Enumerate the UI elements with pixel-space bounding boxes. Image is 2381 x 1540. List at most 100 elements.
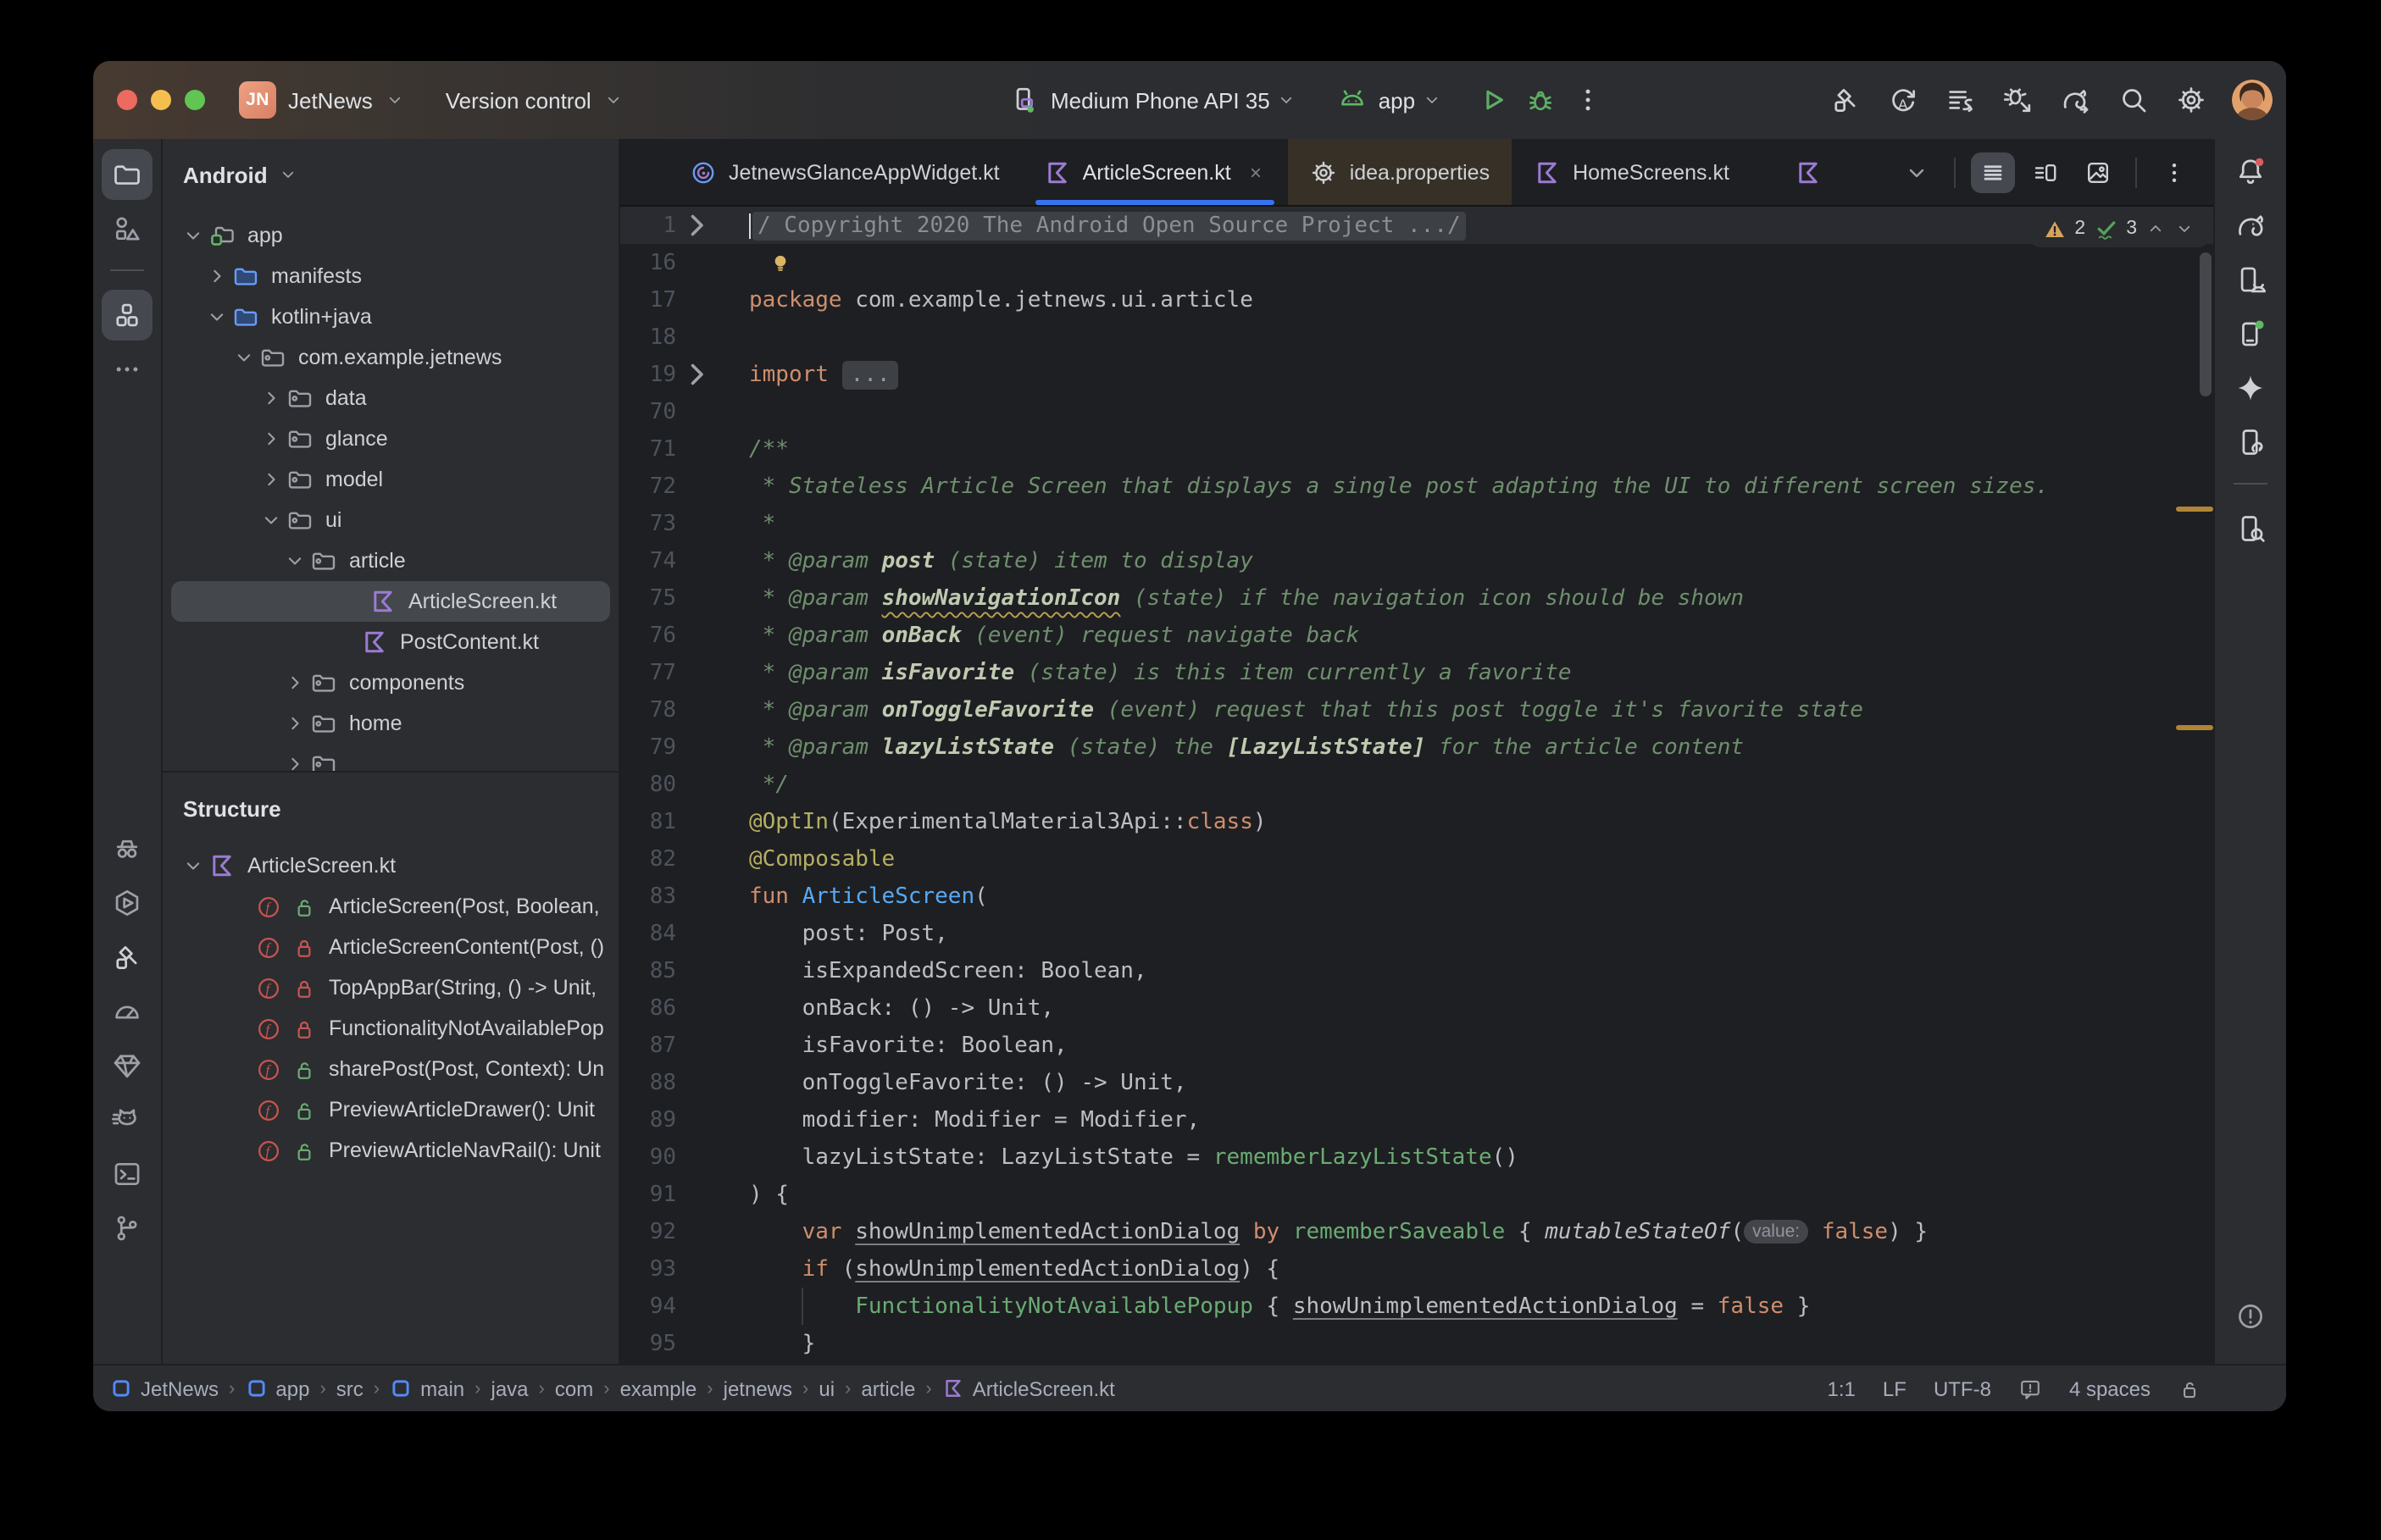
tool-window-project[interactable] xyxy=(102,149,153,200)
structure-item[interactable]: fArticleScreenContent(Post, () xyxy=(163,927,619,967)
structure-item[interactable]: fPreviewArticleNavRail(): Unit xyxy=(163,1130,619,1171)
tool-window-device-mirroring[interactable] xyxy=(2225,417,2276,468)
run-button[interactable] xyxy=(1469,76,1517,124)
sync-project-button[interactable]: A xyxy=(1879,76,1927,124)
tab-overflow[interactable] xyxy=(1751,139,1833,205)
run-tasks-button[interactable] xyxy=(1937,76,1984,124)
breadcrumb-item-article[interactable]: article xyxy=(861,1377,915,1400)
status-write-access[interactable] xyxy=(2178,1377,2201,1400)
breadcrumb-item-src[interactable]: src xyxy=(336,1377,364,1400)
vcs-menu[interactable]: Version control xyxy=(446,87,591,113)
inspections-widget[interactable]: 23 xyxy=(2029,210,2210,247)
project-tree-item-glance[interactable]: glance xyxy=(163,418,619,459)
tab-jetnewsglanceappwidget-kt[interactable]: JetnewsGlanceAppWidget.kt xyxy=(668,139,1022,205)
breadcrumb-item-java[interactable]: java xyxy=(491,1377,529,1400)
project-tree-item-articlescreen-kt[interactable]: ArticleScreen.kt xyxy=(171,581,610,622)
window-zoom-button[interactable] xyxy=(185,90,205,110)
project-tree-item-model[interactable]: model xyxy=(163,459,619,500)
code-line-85[interactable]: 85 isExpandedScreen: Boolean, xyxy=(620,952,2213,989)
code-line-18[interactable]: 18 xyxy=(620,319,2213,356)
code-line-84[interactable]: 84 post: Post, xyxy=(620,915,2213,952)
code-line-73[interactable]: 73 * xyxy=(620,505,2213,542)
gradle-sync-button[interactable] xyxy=(2052,76,2100,124)
tool-window-gradle[interactable] xyxy=(2225,200,2276,251)
code-line-71[interactable]: 71/** xyxy=(620,430,2213,468)
project-tree-item-ui[interactable]: ui xyxy=(163,500,619,540)
code-line-83[interactable]: 83fun ArticleScreen( xyxy=(620,878,2213,915)
project-tree-item-data[interactable]: data xyxy=(163,378,619,418)
tab-close-icon[interactable] xyxy=(1246,162,1267,182)
code-line-95[interactable]: 95 } xyxy=(620,1325,2213,1362)
code-line-87[interactable]: 87 isFavorite: Boolean, xyxy=(620,1027,2213,1064)
structure-item[interactable]: fsharePost(Post, Context): Un xyxy=(163,1049,619,1089)
project-tree-item-com-example-jetnews[interactable]: com.example.jetnews xyxy=(163,337,619,378)
code-line-77[interactable]: 77 * @param isFavorite (state) is this i… xyxy=(620,654,2213,691)
code-line-1[interactable]: 1/ Copyright 2020 The Android Open Sourc… xyxy=(620,207,2213,244)
code-line-89[interactable]: 89 modifier: Modifier = Modifier, xyxy=(620,1101,2213,1138)
code-line-86[interactable]: 86 onBack: () -> Unit, xyxy=(620,989,2213,1027)
breadcrumb-item-ui[interactable]: ui xyxy=(819,1377,835,1400)
view-split-button[interactable] xyxy=(2023,152,2067,192)
breadcrumb-item-articlescreen-kt[interactable]: ArticleScreen.kt xyxy=(942,1377,1115,1400)
chevup-icon[interactable] xyxy=(2145,219,2166,239)
code-line-93[interactable]: 93 if (showUnimplementedActionDialog) { xyxy=(620,1250,2213,1288)
tab-homescreens-kt[interactable]: HomeScreens.kt xyxy=(1512,139,1751,205)
build-button[interactable] xyxy=(1822,76,1869,124)
tool-window-resource-manager[interactable] xyxy=(102,203,153,254)
fold-icon[interactable] xyxy=(676,354,717,395)
code-line-82[interactable]: 82@Composable xyxy=(620,840,2213,878)
editor[interactable]: 23 1/ Copyright 2020 The Android Open So… xyxy=(620,207,2213,1366)
attach-debugger-button[interactable] xyxy=(1995,76,2042,124)
tab-idea-properties[interactable]: idea.properties xyxy=(1289,139,1512,205)
settings-button[interactable] xyxy=(2167,76,2215,124)
debug-button[interactable] xyxy=(1517,76,1564,124)
status-indent-size[interactable]: 4 spaces xyxy=(2069,1377,2151,1400)
tool-window-structure[interactable] xyxy=(102,290,153,341)
view-code-button[interactable] xyxy=(1971,152,2015,192)
code-line-79[interactable]: 79 * @param lazyListState (state) the [L… xyxy=(620,728,2213,766)
tool-window-build-tool[interactable] xyxy=(102,932,153,983)
code-line-94[interactable]: 94 FunctionalityNotAvailablePopup { show… xyxy=(620,1288,2213,1325)
breadcrumb-item-app[interactable]: app xyxy=(245,1377,309,1400)
tool-window-run[interactable] xyxy=(102,878,153,928)
tool-window-app-inspection[interactable] xyxy=(102,1040,153,1091)
search-everywhere-button[interactable] xyxy=(2110,76,2157,124)
tab-articlescreen-kt[interactable]: ArticleScreen.kt xyxy=(1022,139,1289,205)
chevdown-icon[interactable] xyxy=(1277,90,1297,110)
chevron-down-icon[interactable] xyxy=(278,164,298,185)
tool-window-gemini[interactable] xyxy=(2225,363,2276,413)
project-tree-item-kotlin-java[interactable]: kotlin+java xyxy=(163,296,619,337)
tool-window-device-manager[interactable] xyxy=(2225,254,2276,305)
tool-window-more-tool-windows[interactable] xyxy=(102,344,153,395)
project-tree-item-app[interactable]: app xyxy=(163,215,619,256)
code-line-70[interactable]: 70 xyxy=(620,393,2213,430)
tool-window-device-explorer[interactable]: < path d="M13.1 12.7l1.7 1.7"/> xyxy=(2225,503,2276,554)
device-selector[interactable]: Medium Phone API 35 xyxy=(1051,87,1270,113)
breadcrumb-item-main[interactable]: main xyxy=(390,1377,464,1400)
project-tree-item-home[interactable]: home xyxy=(163,703,619,744)
structure-root[interactable]: ArticleScreen.kt xyxy=(163,845,619,886)
status-file-encoding[interactable]: UTF-8 xyxy=(1934,1377,1991,1400)
run-config-selector[interactable]: app xyxy=(1379,87,1415,113)
tool-window-terminal[interactable] xyxy=(102,1149,153,1199)
hidden-tabs-button[interactable] xyxy=(1895,152,1939,192)
code-line-72[interactable]: 72 * Stateless Article Screen that displ… xyxy=(620,468,2213,505)
code-line-92[interactable]: 92 var showUnimplementedActionDialog by … xyxy=(620,1213,2213,1250)
project-selector[interactable]: JetNews xyxy=(288,87,373,113)
project-tree-item-article[interactable]: article xyxy=(163,540,619,581)
project-tree-item[interactable] xyxy=(163,744,619,771)
user-avatar[interactable] xyxy=(2232,80,2273,120)
intention-bulb-icon[interactable] xyxy=(769,252,791,274)
breadcrumb-item-com[interactable]: com xyxy=(555,1377,593,1400)
window-close-button[interactable] xyxy=(117,90,137,110)
code-line-81[interactable]: 81@OptIn(ExperimentalMaterial3Api::class… xyxy=(620,803,2213,840)
status-line-separator[interactable]: LF xyxy=(1883,1377,1906,1400)
editor-options-button[interactable] xyxy=(2152,152,2196,192)
structure-item[interactable]: fPreviewArticleDrawer(): Unit xyxy=(163,1089,619,1130)
code-line-90[interactable]: 90 lazyListState: LazyListState = rememb… xyxy=(620,1138,2213,1176)
code-line-91[interactable]: 91) { xyxy=(620,1176,2213,1213)
breadcrumb-item-jetnews[interactable]: jetnews xyxy=(724,1377,792,1400)
chevron-down-icon[interactable] xyxy=(385,90,405,110)
status-caret-position[interactable]: 1:1 xyxy=(1828,1377,1856,1400)
project-tree-item-components[interactable]: components xyxy=(163,662,619,703)
